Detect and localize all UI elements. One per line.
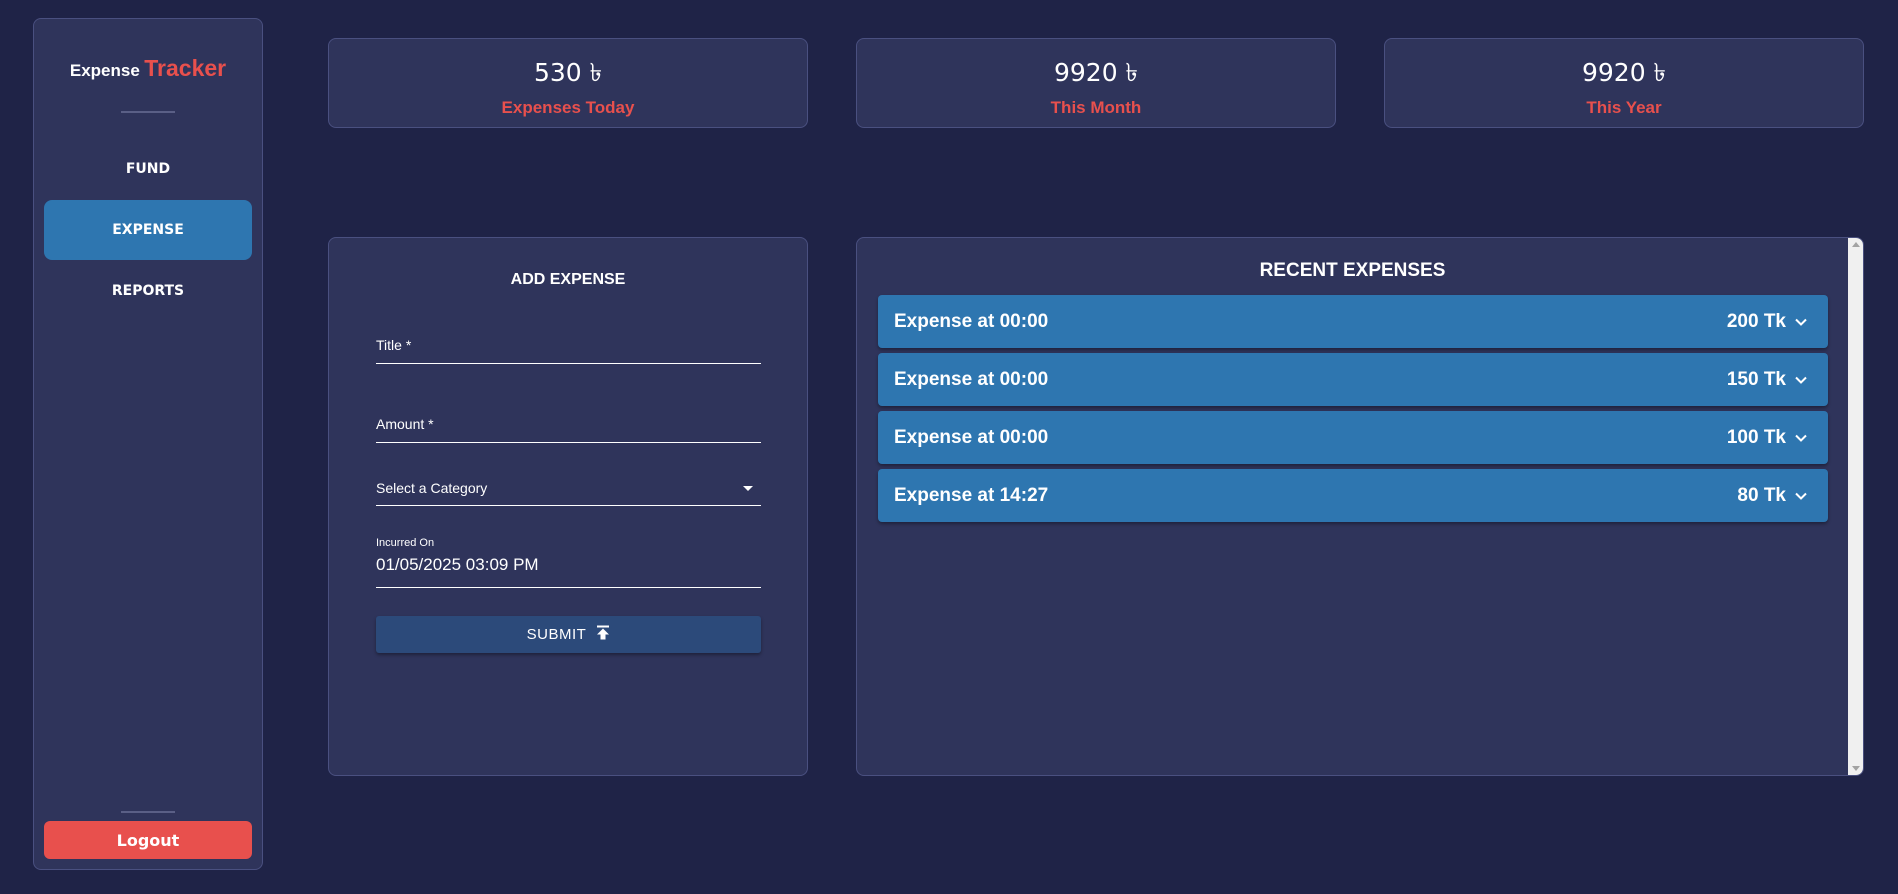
- sidebar-item-label: EXPENSE: [112, 222, 184, 238]
- chevron-down-icon: [1795, 492, 1807, 500]
- expense-item-title: Expense at 00:00: [894, 310, 1049, 332]
- scrollbar[interactable]: [1848, 238, 1863, 775]
- expense-item-title: Expense at 00:00: [894, 368, 1049, 390]
- brand-part-1: Expense: [69, 61, 140, 80]
- stat-card-month: 9920 ৳ This Month: [856, 38, 1336, 128]
- category-select[interactable]: Select a Category: [376, 480, 761, 506]
- stat-label: Expenses Today: [501, 98, 635, 117]
- expense-item-amount: 100 Tk: [1726, 426, 1786, 448]
- submit-label: SUBMIT: [526, 626, 587, 643]
- stat-card-year: 9920 ৳ This Year: [1384, 38, 1864, 128]
- recent-expenses-panel: RECENT EXPENSES Expense at 00:00 200 Tk …: [856, 237, 1864, 776]
- submit-button[interactable]: SUBMIT: [376, 616, 761, 653]
- sidebar-divider-top: [121, 111, 175, 113]
- expense-item-title: Expense at 14:27: [894, 484, 1049, 506]
- app-brand: Expense Tracker: [34, 55, 262, 82]
- expense-item-amount: 200 Tk: [1726, 310, 1786, 332]
- stat-value: 530 ৳: [533, 58, 603, 87]
- title-field[interactable]: Title *: [376, 337, 761, 364]
- add-expense-panel: ADD EXPENSE Title * Amount * Select a Ca…: [328, 237, 808, 776]
- sidebar-item-expense[interactable]: EXPENSE: [44, 200, 252, 260]
- logout-label: Logout: [116, 830, 180, 850]
- brand-part-2: Tracker: [144, 55, 227, 81]
- stat-value: 9920 ৳: [1053, 58, 1139, 87]
- add-expense-title: ADD EXPENSE: [510, 271, 626, 288]
- upload-icon: [596, 625, 610, 644]
- stat-label: This Month: [1050, 98, 1142, 117]
- recent-expenses-title: RECENT EXPENSES: [1259, 260, 1446, 281]
- chevron-down-icon: [1795, 434, 1807, 442]
- sidebar: Expense Tracker FUND EXPENSE REPORTS Log…: [33, 18, 263, 870]
- sidebar-item-reports[interactable]: REPORTS: [44, 261, 252, 321]
- stat-label: This Year: [1586, 98, 1662, 117]
- stat-value: 9920 ৳: [1581, 58, 1667, 87]
- expense-item[interactable]: Expense at 00:00 200 Tk: [878, 295, 1828, 348]
- incurred-on-field[interactable]: Incurred On 01/05/2025 03:09 PM: [376, 537, 761, 588]
- amount-field-label: Amount *: [376, 416, 434, 432]
- sidebar-item-label: FUND: [125, 161, 171, 177]
- sidebar-item-fund[interactable]: FUND: [44, 139, 252, 199]
- stat-card-today: 530 ৳ Expenses Today: [328, 38, 808, 128]
- scroll-down-icon[interactable]: [1852, 766, 1860, 771]
- chevron-down-icon: [1795, 376, 1807, 384]
- caret-down-icon: [743, 486, 753, 491]
- incurred-on-label: Incurred On: [376, 537, 435, 549]
- expense-item[interactable]: Expense at 00:00 100 Tk: [878, 411, 1828, 464]
- chevron-down-icon: [1795, 318, 1807, 326]
- sidebar-divider-bottom: [121, 811, 175, 813]
- sidebar-item-label: REPORTS: [111, 283, 185, 299]
- expense-item[interactable]: Expense at 00:00 150 Tk: [878, 353, 1828, 406]
- expense-item-amount: 150 Tk: [1726, 368, 1786, 390]
- category-placeholder: Select a Category: [376, 480, 488, 496]
- incurred-on-value: 01/05/2025 03:09 PM: [376, 555, 539, 574]
- amount-field[interactable]: Amount *: [376, 416, 761, 443]
- expense-item-title: Expense at 00:00: [894, 426, 1049, 448]
- scroll-up-icon[interactable]: [1852, 242, 1860, 247]
- expense-item-amount: 80 Tk: [1737, 484, 1786, 506]
- logout-button[interactable]: Logout: [44, 821, 252, 859]
- title-field-label: Title *: [376, 337, 412, 353]
- expense-item[interactable]: Expense at 14:27 80 Tk: [878, 469, 1828, 522]
